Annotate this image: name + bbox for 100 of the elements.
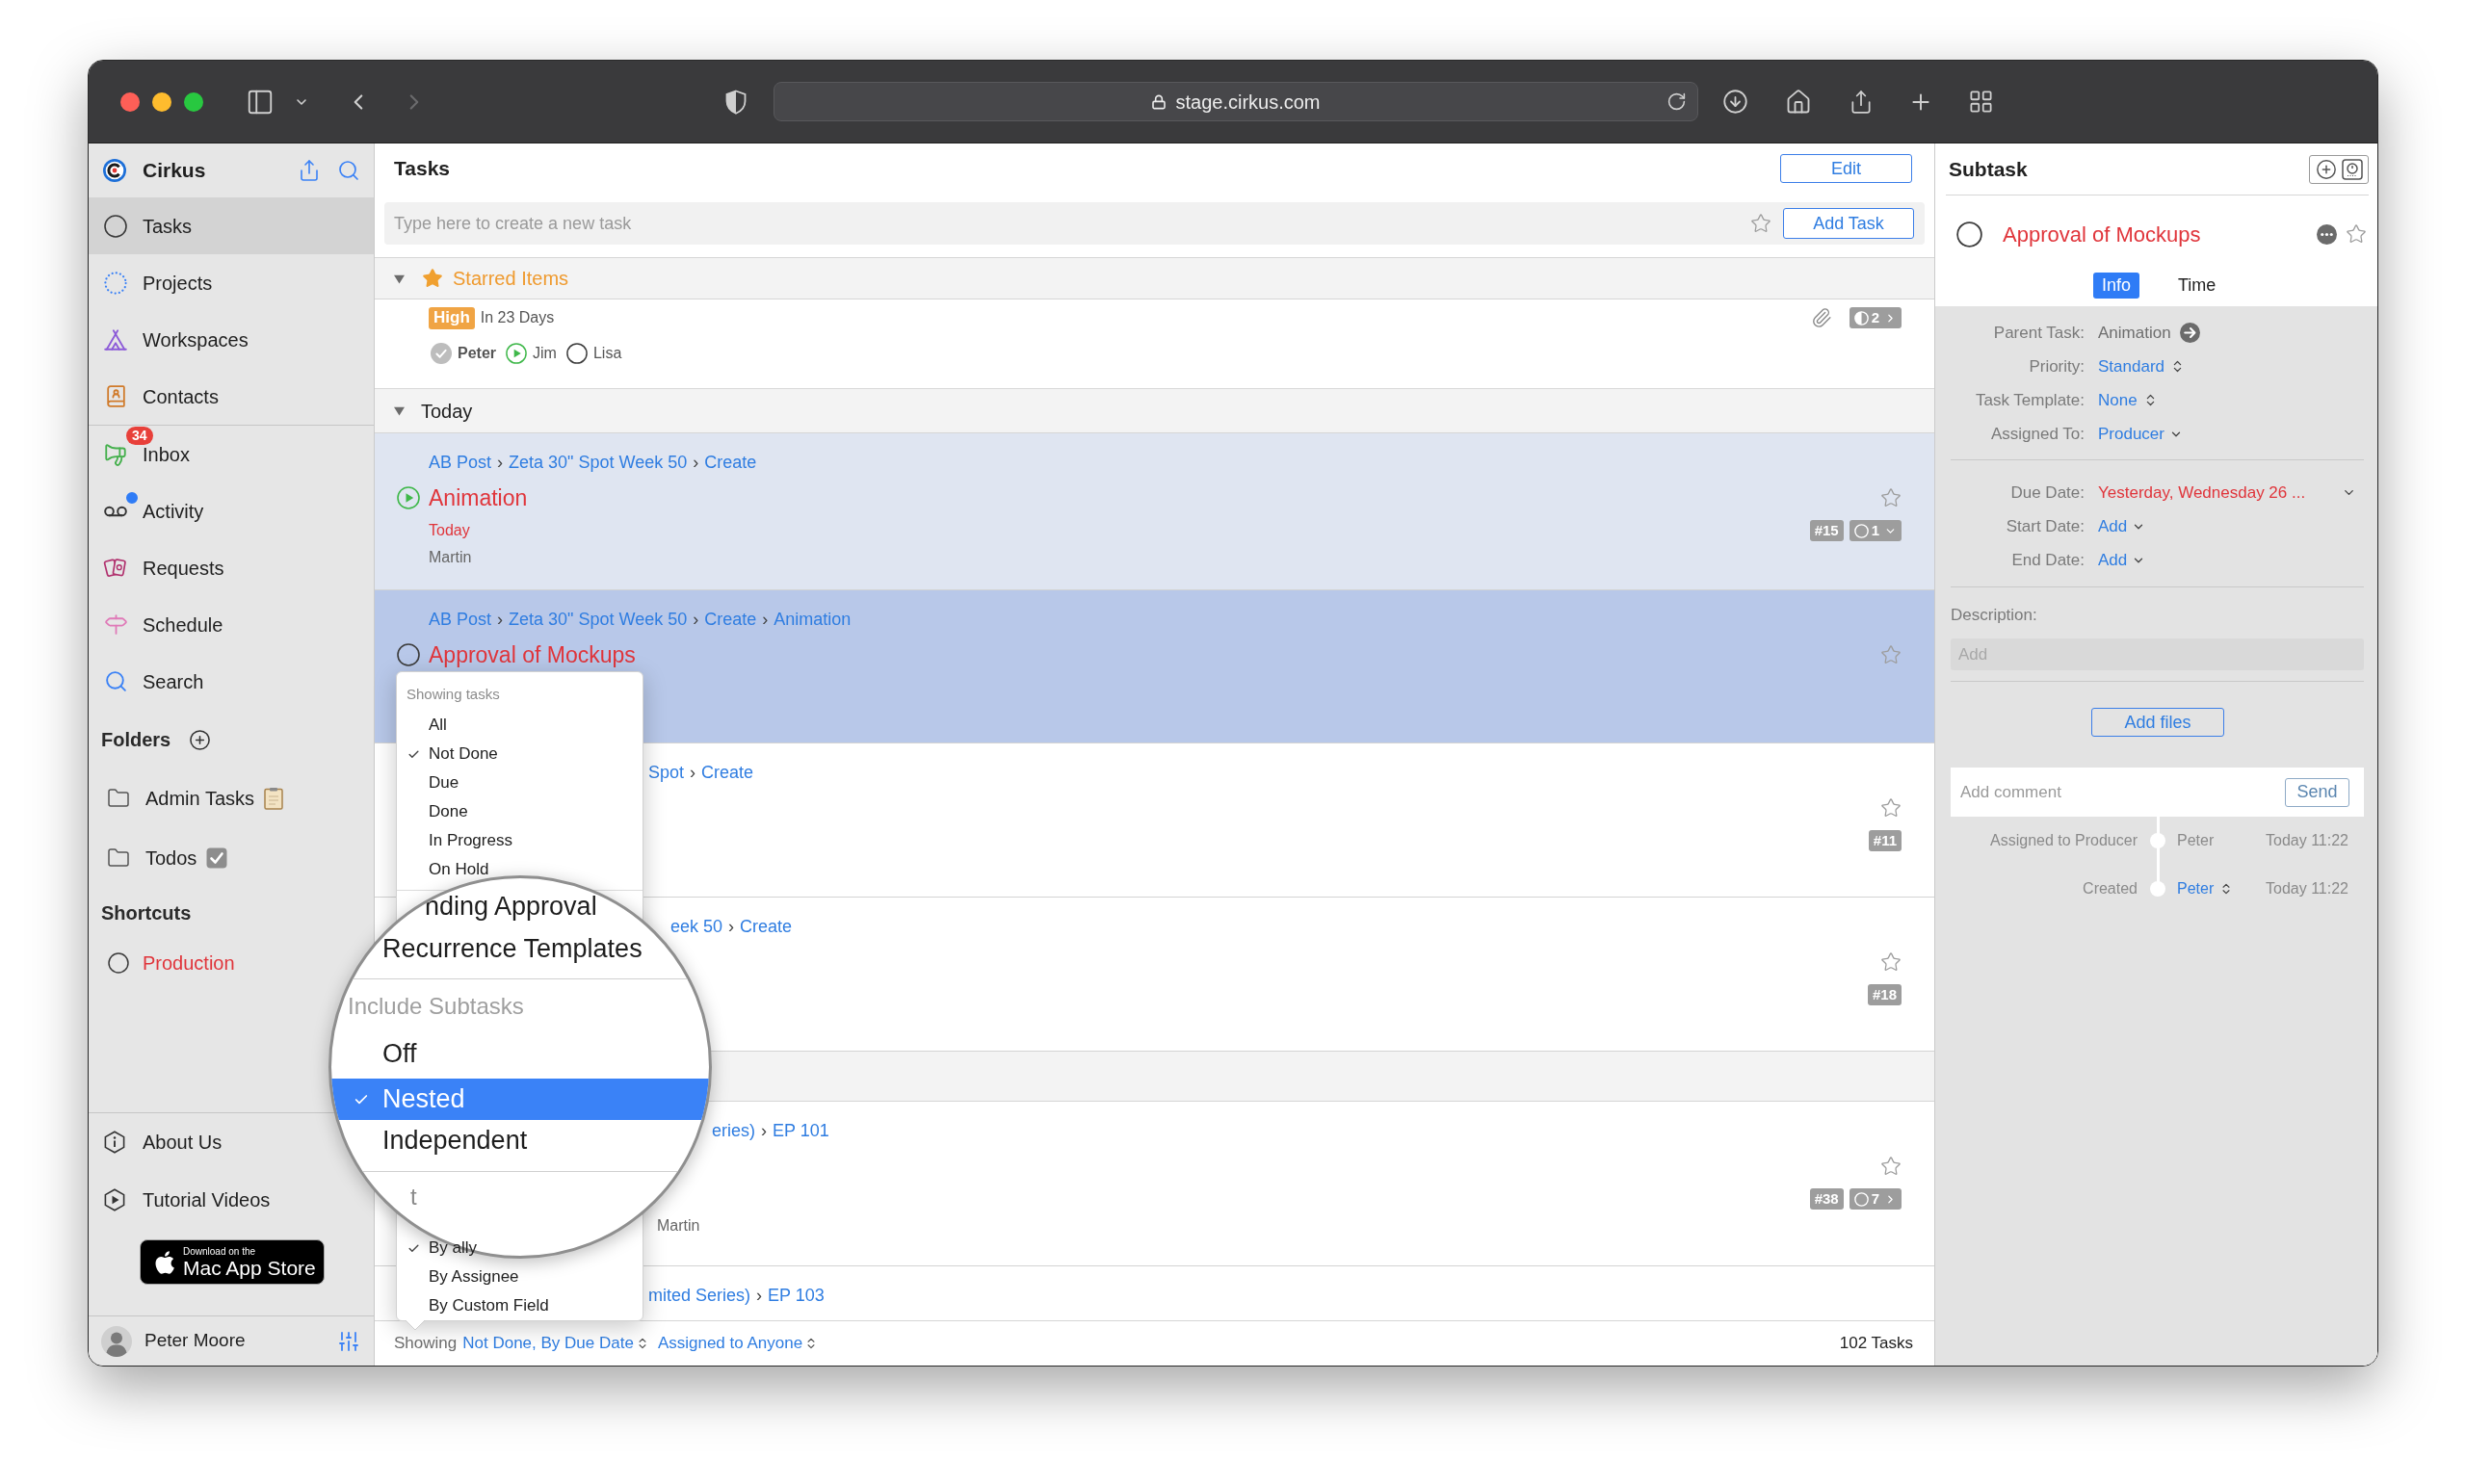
minimize-window-icon[interactable] xyxy=(152,91,171,112)
new-task-field[interactable]: Type here to create a new task Add Task xyxy=(384,202,1925,245)
star-icon[interactable] xyxy=(1880,951,1902,973)
stopwatch-icon[interactable] xyxy=(2341,158,2363,180)
folder-item[interactable]: Todos xyxy=(89,827,374,888)
add-icon[interactable] xyxy=(2315,158,2337,180)
menu-item[interactable]: All xyxy=(397,711,643,740)
circle-icon[interactable] xyxy=(397,643,420,666)
add-files-button[interactable]: Add files xyxy=(2091,708,2224,737)
field-dropdown[interactable]: Producer xyxy=(2098,421,2183,447)
circle-icon[interactable] xyxy=(565,343,588,364)
sidebar-item[interactable]: Tasks xyxy=(89,197,374,254)
sidebar-item[interactable]: Contacts xyxy=(89,368,374,425)
app-store-badge[interactable]: Download on the Mac App Store xyxy=(140,1239,325,1285)
history-event: Created xyxy=(2082,879,2138,898)
user-select[interactable]: Peter xyxy=(2177,877,2234,900)
task-title: Animation xyxy=(429,483,528,512)
menu-item[interactable]: Nested xyxy=(331,1079,709,1120)
breadcrumb-separator: › xyxy=(756,1284,763,1307)
star-icon[interactable] xyxy=(1880,487,1902,508)
disclosure-triangle-icon[interactable] xyxy=(394,405,405,416)
comment-input[interactable]: Add comment xyxy=(1960,779,2285,805)
close-window-icon[interactable] xyxy=(120,91,140,112)
zoom-window-icon[interactable] xyxy=(184,91,203,112)
assignee-filter-button[interactable]: Assigned to Anyone xyxy=(657,1331,819,1356)
tab[interactable]: Info xyxy=(2093,273,2140,299)
star-icon[interactable] xyxy=(1880,1156,1902,1177)
reload-icon[interactable] xyxy=(1666,91,1687,112)
status-filter-button[interactable]: Not Done, By Due Date xyxy=(462,1331,649,1356)
menu-item[interactable]: By Custom Field xyxy=(397,1291,643,1320)
menu-item[interactable]: Done xyxy=(397,797,643,826)
breadcrumb-link[interactable]: Create xyxy=(701,759,754,786)
breadcrumb-separator: › xyxy=(690,761,696,784)
shield-icon[interactable] xyxy=(725,89,747,115)
sidebar-item[interactable]: Activity xyxy=(89,482,374,539)
sidebar-item[interactable]: Projects xyxy=(89,254,374,311)
sidebar-link[interactable]: Tutorial Videos xyxy=(89,1171,374,1229)
add-folder-icon[interactable] xyxy=(189,728,212,751)
breadcrumb-link[interactable]: Spot xyxy=(648,759,685,786)
breadcrumb-link[interactable]: eries) xyxy=(712,1117,755,1144)
section-title: Starred Items xyxy=(453,267,569,291)
menu-item[interactable]: In Progress xyxy=(397,826,643,855)
task-number-badge: #11 xyxy=(1868,830,1902,851)
menu-heading: Showing tasks xyxy=(406,684,501,704)
breadcrumb-link[interactable]: EP 103 xyxy=(768,1282,825,1309)
star-icon[interactable] xyxy=(1880,644,1902,665)
field-select[interactable]: Standard xyxy=(2098,353,2185,379)
address-bar[interactable]: stage.cirkus.com xyxy=(774,82,1698,121)
sidebar-item[interactable]: 34 Inbox xyxy=(89,426,374,482)
settings-icon[interactable] xyxy=(337,1329,360,1353)
circle-icon xyxy=(104,214,127,238)
user-name: Peter Moore xyxy=(144,1329,246,1353)
add-task-button[interactable]: Add Task xyxy=(1783,208,1914,239)
section-header[interactable]: Today xyxy=(375,389,1934,433)
send-button[interactable]: Send xyxy=(2285,777,2349,807)
search-icon[interactable] xyxy=(337,159,360,182)
sidebar-item[interactable]: Search xyxy=(89,653,374,710)
breadcrumb-link[interactable]: mited Series) xyxy=(648,1282,751,1309)
task-row[interactable]: AB Post › Zeta 30" Spot Week 50 › Create Animation Today #15 1 Martin xyxy=(375,433,1934,590)
tab[interactable]: Time xyxy=(2169,273,2225,299)
comment-field[interactable]: Add comment Send xyxy=(1951,768,2364,817)
home-icon[interactable] xyxy=(1785,88,1812,116)
star-icon[interactable] xyxy=(1750,213,1771,234)
section-heading: Folders xyxy=(101,728,171,752)
menu-item[interactable]: By ally xyxy=(397,1234,643,1263)
breadcrumb-link[interactable]: Create xyxy=(704,449,757,476)
share-icon[interactable] xyxy=(1849,89,1874,115)
sidebar-item[interactable]: Requests xyxy=(89,539,374,596)
star-icon[interactable] xyxy=(1880,797,1902,819)
star-icon[interactable] xyxy=(2346,223,2367,245)
more-icon[interactable] xyxy=(2317,223,2337,245)
folder-item[interactable]: Admin Tasks xyxy=(89,769,374,827)
tent-icon xyxy=(103,326,128,352)
new-task-input[interactable]: Type here to create a new task xyxy=(394,210,1750,237)
field-value: Animation xyxy=(2098,322,2171,344)
sidebar-item[interactable]: Schedule xyxy=(89,596,374,653)
field-dropdown[interactable]: Add xyxy=(2098,547,2146,573)
field-select[interactable]: None xyxy=(2098,387,2158,413)
count-badge: 34 xyxy=(126,426,153,445)
circle-icon[interactable] xyxy=(1956,221,1982,247)
field-dropdown[interactable]: Add xyxy=(2098,513,2146,539)
edit-button[interactable]: Edit xyxy=(1780,154,1912,183)
date-dropdown[interactable]: Yesterday, Wednesday 26 ... xyxy=(2098,480,2364,506)
breadcrumb-link[interactable]: AB Post xyxy=(429,449,492,476)
breadcrumb-link[interactable]: Create xyxy=(740,913,793,940)
field-label: Assigned To: xyxy=(1989,423,2085,445)
tab-overview-icon[interactable] xyxy=(1968,89,1994,115)
task-title: Approval of Mockups xyxy=(2003,221,2201,248)
breadcrumb-link[interactable]: EP 101 xyxy=(773,1117,829,1144)
filter-label: Showing xyxy=(394,1333,458,1355)
arrow-circle-icon[interactable] xyxy=(2179,323,2200,343)
download-icon[interactable] xyxy=(1722,89,1748,115)
disclosure-triangle-icon[interactable] xyxy=(394,273,405,284)
play-circle-icon[interactable] xyxy=(506,343,528,364)
check-circle-icon[interactable] xyxy=(431,343,452,364)
sidebar-item[interactable]: Workspaces xyxy=(89,311,374,368)
assignee-name: Martin xyxy=(657,1216,700,1236)
lock-icon xyxy=(1151,93,1167,110)
breadcrumb-link[interactable]: Zeta 30" Spot Week 50 xyxy=(509,449,688,476)
menu-item[interactable]: Due xyxy=(397,768,643,797)
